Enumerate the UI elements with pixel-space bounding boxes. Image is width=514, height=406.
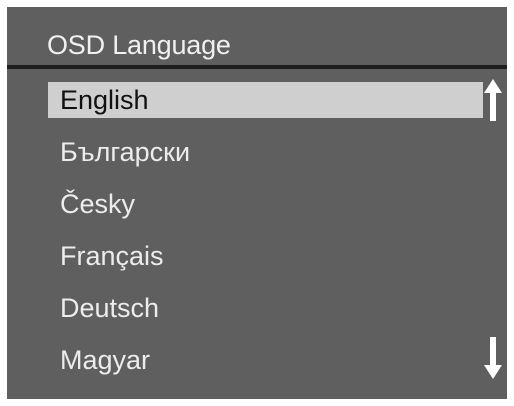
arrow-down-icon[interactable] xyxy=(484,337,502,379)
language-option-hungarian[interactable]: Magyar xyxy=(48,342,483,378)
arrow-up-icon[interactable] xyxy=(484,79,502,121)
title-divider xyxy=(7,65,507,69)
language-list: English Български Česky Français Deutsch… xyxy=(48,82,483,394)
language-option-bulgarian[interactable]: Български xyxy=(48,134,483,170)
menu-title: OSD Language xyxy=(47,30,231,60)
language-option-german[interactable]: Deutsch xyxy=(48,290,483,326)
language-option-english[interactable]: English xyxy=(48,82,483,118)
language-option-czech[interactable]: Česky xyxy=(48,186,483,222)
language-option-french[interactable]: Français xyxy=(48,238,483,274)
osd-language-menu: OSD Language English Български Česky Fra… xyxy=(7,7,507,399)
